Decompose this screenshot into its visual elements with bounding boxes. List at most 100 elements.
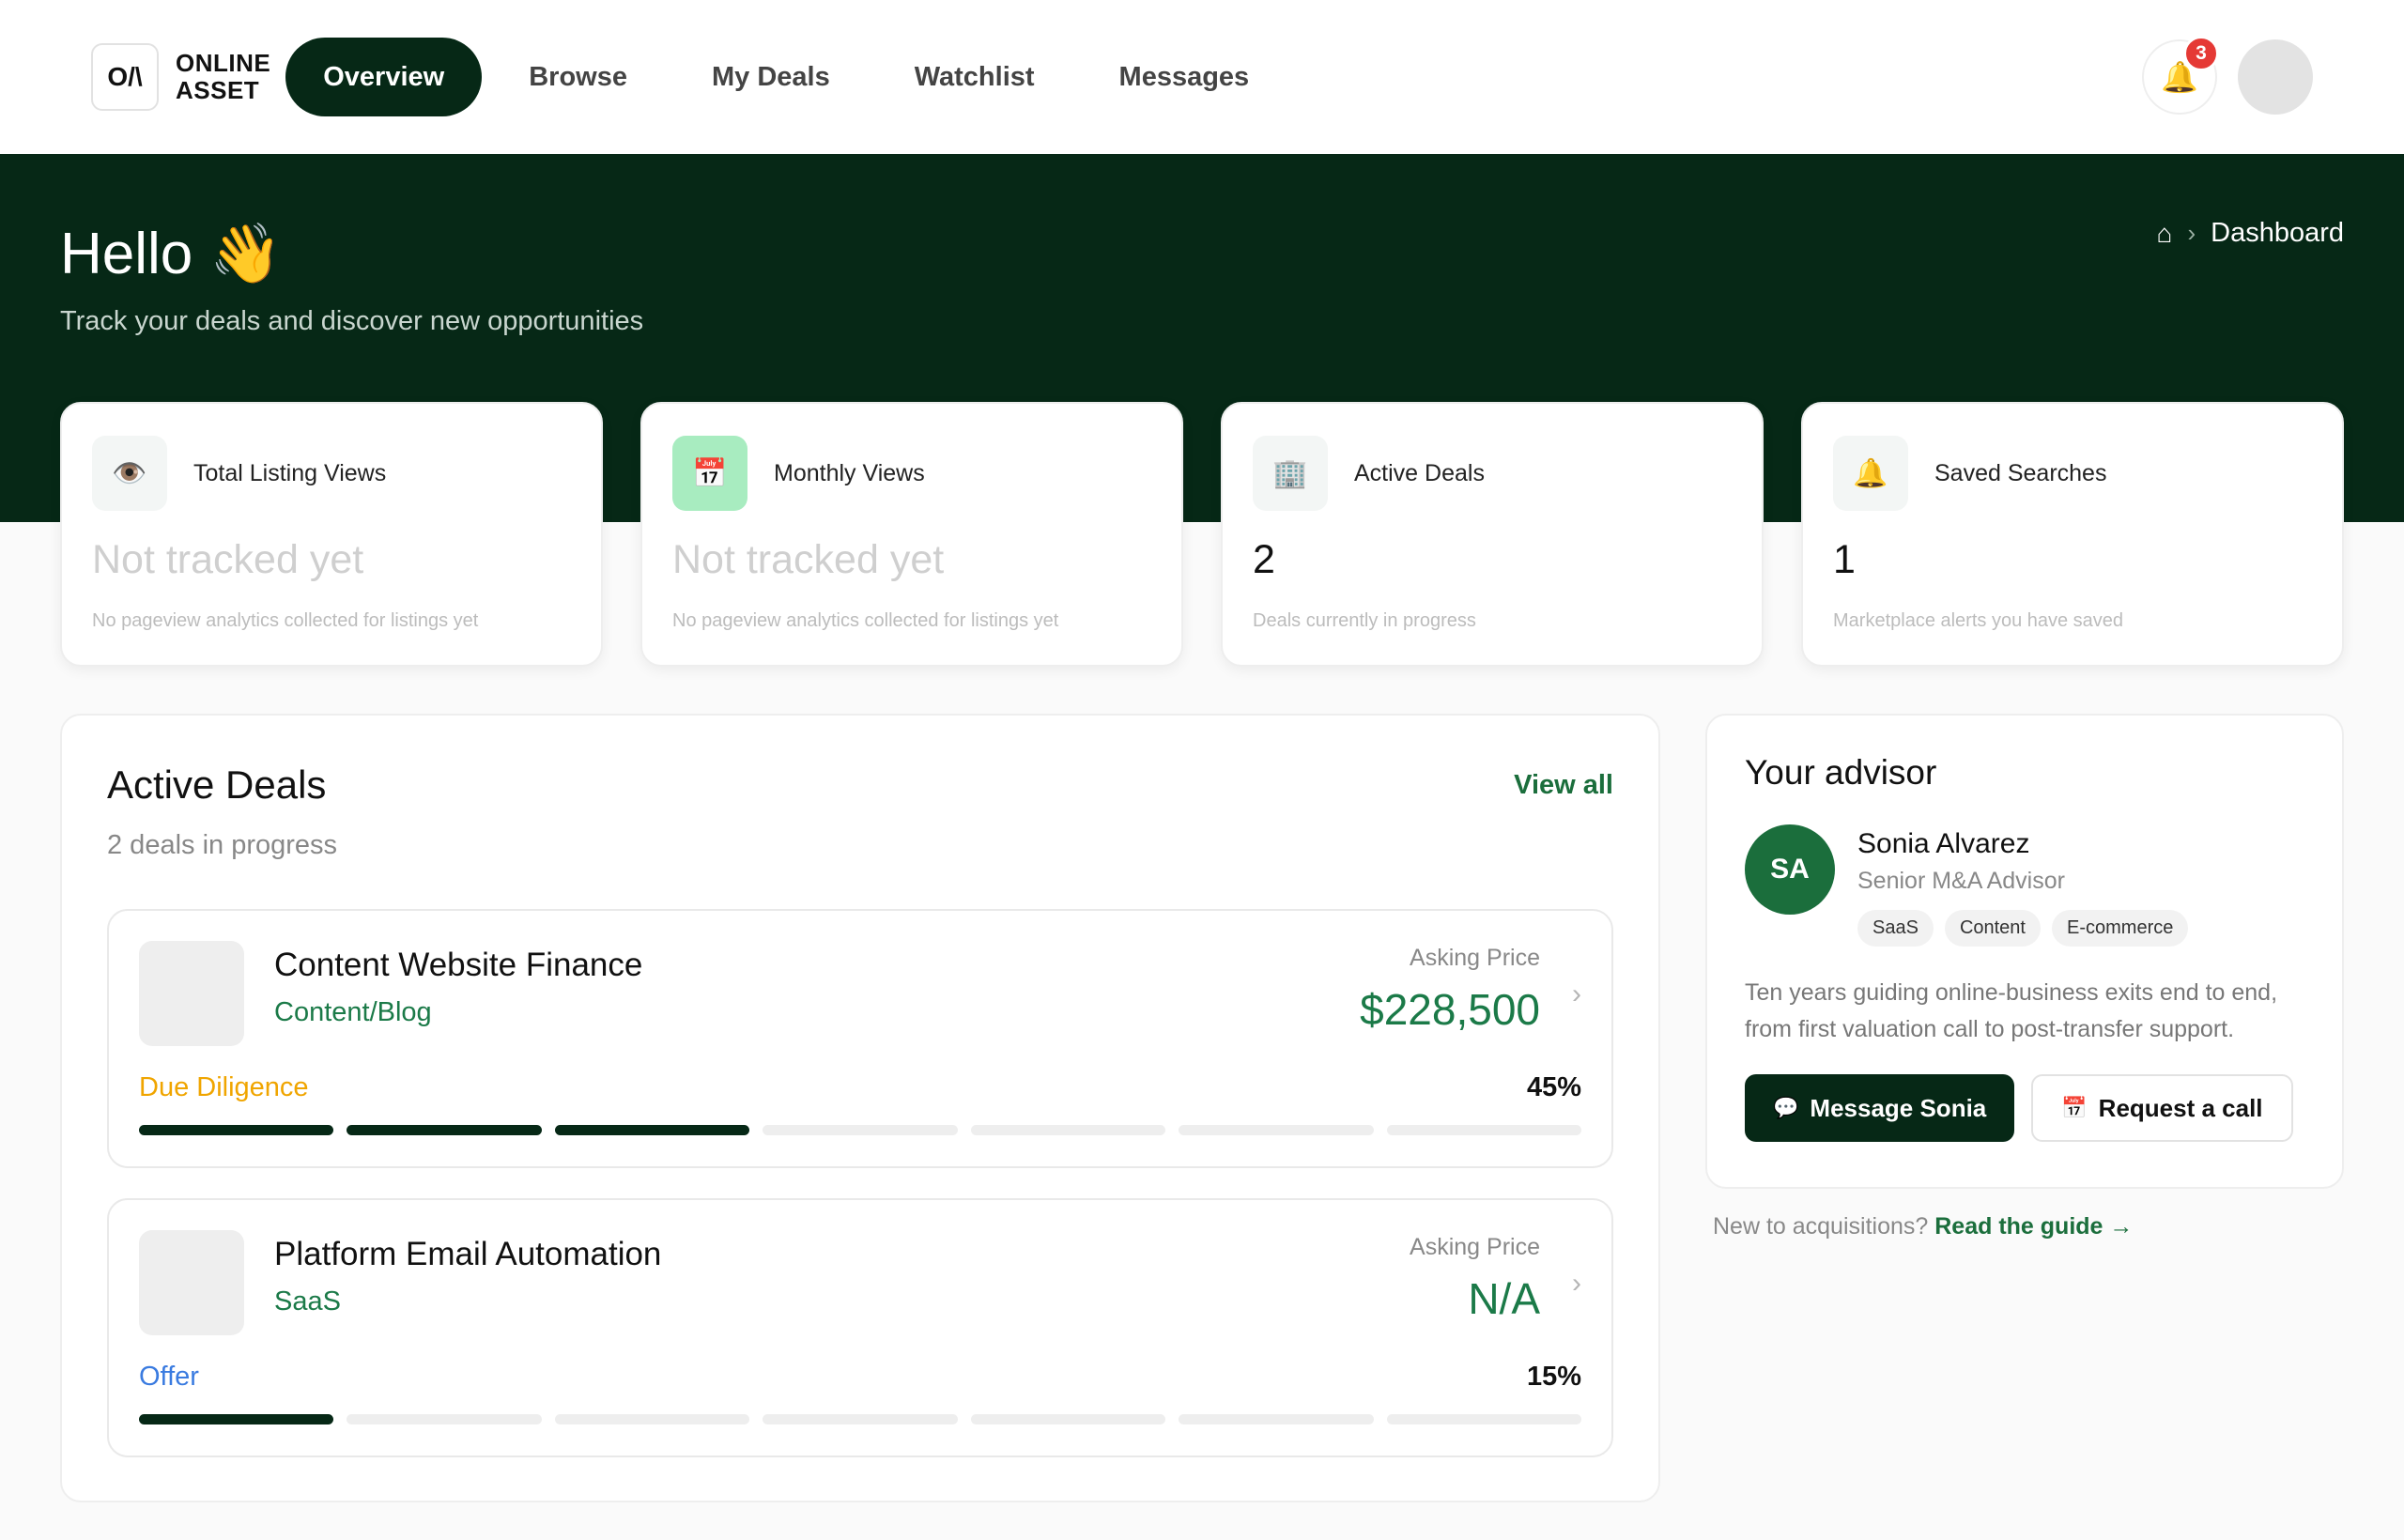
stat-description: Marketplace alerts you have saved [1833,610,2124,631]
stat-title: Monthly Views [774,459,925,486]
breadcrumb-current: Dashboard [2211,218,2344,248]
advisor-tag: E-commerce [2052,910,2189,947]
progress-segment [763,1125,958,1135]
stat-card-total-listing-views: 👁️ Total Listing Views Not tracked yet N… [60,402,603,667]
nav-messages[interactable]: Messages [1082,38,1287,116]
progress-segment [347,1414,542,1424]
deal-progress-percent: 45% [1526,1072,1581,1102]
progress-segment [1179,1125,1374,1135]
advisor-title: Your advisor [1745,753,1937,792]
message-advisor-label: Message Sonia [1810,1093,1987,1122]
logo-line-2: ASSET [176,76,260,104]
deal-stage: Offer [139,1362,199,1392]
deal-thumbnail [139,1230,244,1335]
advisor-bio: Ten years guiding online-business exits … [1745,979,2278,1042]
deal-category: Content/Blog [274,997,432,1027]
advisor-tag: SaaS [1857,910,1934,947]
stat-description: No pageview analytics collected for list… [672,610,1059,631]
home-icon[interactable]: ⌂ [2157,219,2173,249]
page-title: Hello 👋 [60,220,283,288]
progress-segment [970,1414,1166,1424]
progress-segment [1179,1414,1374,1424]
nav-browse[interactable]: Browse [491,38,665,116]
logo-line-1: ONLINE [176,49,271,77]
top-navbar: O/\ ONLINE ASSET Overview Browse My Deal… [0,0,2404,154]
deal-thumbnail [139,941,244,1046]
deal-stage: Due Diligence [139,1072,309,1102]
stats-row: 👁️ Total Listing Views Not tracked yet N… [60,402,2344,667]
breadcrumb: ⌂ › Dashboard [2157,218,2344,249]
deal-card[interactable]: Content Website Finance Content/Blog Ask… [107,909,1613,1168]
deal-card[interactable]: Platform Email Automation SaaS Asking Pr… [107,1198,1613,1457]
active-deals-subtitle: 2 deals in progress [107,830,338,860]
active-deals-title: Active Deals [107,762,327,807]
deal-category: SaaS [274,1286,341,1317]
stat-description: Deals currently in progress [1253,610,1476,631]
nav-my-deals[interactable]: My Deals [674,38,868,116]
asking-price-value: $228,500 [1360,985,1540,1034]
page-subtitle: Track your deals and discover new opport… [60,306,644,336]
nav-overview[interactable]: Overview [285,38,483,116]
stat-value: Not tracked yet [672,537,945,582]
progress-segment [1386,1414,1581,1424]
stat-card-active-deals: 🏢 Active Deals 2 Deals currently in prog… [1221,402,1764,667]
stat-value: 1 [1833,537,1856,582]
advisor-tag: Content [1944,910,2041,947]
notifications-button[interactable]: 🔔 3 [2142,36,2219,115]
active-deals-panel: Active Deals View all 2 deals in progres… [60,714,1660,1502]
advisor-name: Sonia Alvarez [1857,828,2030,859]
stat-card-monthly-views: 📅 Monthly Views Not tracked yet No pagev… [640,402,1183,667]
user-avatar[interactable] [2238,39,2313,115]
chevron-right-icon: › [1572,978,1581,1009]
breadcrumb-separator-icon: › [2187,219,2196,247]
progress-segment [347,1125,542,1135]
building-icon: 🏢 [1253,436,1328,511]
calendar-icon: 📅 [672,436,747,511]
wave-icon: 👋 [209,222,283,286]
progress-segment [139,1125,334,1135]
brand-logo[interactable]: O/\ ONLINE ASSET [91,43,270,111]
advisor-tags: SaaS Content E-commerce [1857,910,2189,947]
main-nav: Overview Browse My Deals Watchlist Messa… [285,38,1287,116]
guide-prefix: New to acquisitions? [1713,1213,1929,1240]
advisor-avatar: SA [1745,824,1835,915]
top-right-actions: 🔔 3 [2142,36,2313,115]
progress-segment [139,1414,334,1424]
deal-progress-bar [139,1414,1581,1424]
stat-value: 2 [1253,537,1275,582]
progress-segment [763,1414,958,1424]
stat-title: Saved Searches [1934,459,2107,486]
bell-icon: 🔔 [1833,436,1908,511]
stat-description: No pageview analytics collected for list… [92,610,479,631]
guide-note: New to acquisitions? Read the guide → [1713,1213,2133,1240]
notification-count-badge: 3 [2183,36,2219,71]
chevron-right-icon: › [1572,1268,1581,1299]
greeting-text: Hello [60,222,193,286]
calendar-icon: 📅 [2061,1096,2088,1119]
logo-text: ONLINE ASSET [176,50,270,104]
advisor-role: Senior M&A Advisor [1857,868,2065,894]
asking-price-value: N/A [1468,1274,1540,1323]
asking-price-label: Asking Price [1410,945,1540,971]
stat-value: Not tracked yet [92,537,364,582]
progress-segment [554,1125,750,1135]
view-all-link[interactable]: View all [1514,770,1613,801]
progress-segment [970,1125,1166,1135]
request-call-label: Request a call [2098,1093,2263,1122]
progress-segment [1386,1125,1581,1135]
request-call-button[interactable]: 📅 Request a call [2031,1074,2293,1142]
deal-progress-bar [139,1125,1581,1135]
nav-watchlist[interactable]: Watchlist [877,38,1072,116]
asking-price-label: Asking Price [1410,1234,1540,1260]
logo-mark: O/\ [91,43,159,111]
advisor-panel: Your advisor SA Sonia Alvarez Senior M&A… [1705,714,2344,1189]
read-guide-link[interactable]: Read the guide → [1934,1213,2133,1240]
eye-icon: 👁️ [92,436,167,511]
message-advisor-button[interactable]: 💬 Message Sonia [1745,1074,2015,1142]
deal-name: Platform Email Automation [274,1236,662,1272]
deal-progress-percent: 15% [1526,1362,1581,1392]
stat-card-saved-searches: 🔔 Saved Searches 1 Marketplace alerts yo… [1801,402,2344,667]
progress-segment [554,1414,750,1424]
stat-title: Active Deals [1354,459,1485,486]
stat-title: Total Listing Views [193,459,387,486]
